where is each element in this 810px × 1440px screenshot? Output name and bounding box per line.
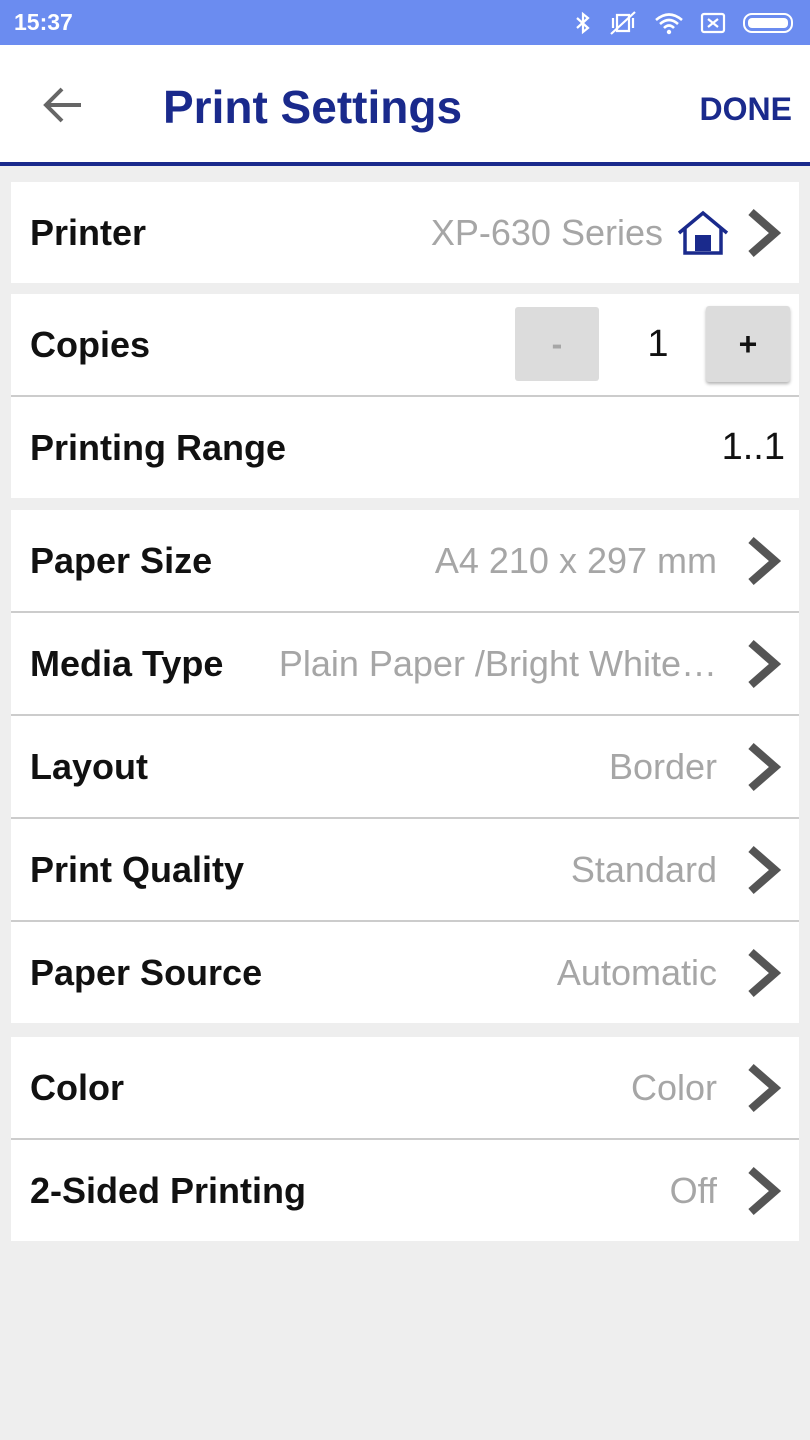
color-value: Color [630,1066,717,1108]
chevron-right-icon [748,208,781,257]
battery-icon [743,12,793,33]
printing-range-value: 1..1 [721,426,785,468]
copies-decrement-button[interactable]: - [515,307,599,381]
back-arrow-icon [43,87,81,123]
two-sided-printing-label: 2-Sided Printing [30,1169,307,1211]
chevron-right-icon [748,948,781,997]
chevron-right-icon [748,639,781,688]
chevron-right-icon [748,1063,781,1112]
printing-range-row[interactable]: Printing Range 1..1 [11,397,799,498]
copies-row: Copies - 1 + [11,294,799,397]
app-bar: Print Settings DONE [0,45,810,166]
printing-range-label: Printing Range [30,426,287,468]
status-bar: 15:37 [0,0,810,45]
home-icon [677,210,729,255]
paper-size-row[interactable]: Paper Size A4 210 x 297 mm [11,510,799,613]
bluetooth-icon [576,11,590,34]
paper-size-value: A4 210 x 297 mm [434,539,717,581]
paper-source-label: Paper Source [30,951,263,993]
printer-row[interactable]: Printer XP-630 Series [11,182,799,283]
copies-label: Copies [30,323,151,365]
status-time: 15:37 [14,9,73,35]
two-sided-printing-value: Off [669,1169,717,1211]
back-button[interactable] [28,75,98,135]
done-button[interactable]: DONE [700,89,792,129]
paper-size-label: Paper Size [30,539,213,581]
page-title: Print Settings [163,81,463,133]
chevron-right-icon [748,536,781,585]
printer-label: Printer [30,211,147,253]
paper-source-value: Automatic [556,951,717,993]
print-quality-label: Print Quality [30,848,245,890]
layout-row[interactable]: Layout Border [11,716,799,819]
chevron-right-icon [748,1166,781,1215]
color-row[interactable]: Color Color [11,1037,799,1140]
two-sided-printing-row[interactable]: 2-Sided Printing Off [11,1140,799,1241]
printer-value: XP-630 Series [430,211,663,253]
print-quality-row[interactable]: Print Quality Standard [11,819,799,922]
chevron-right-icon [748,742,781,791]
status-icons [574,10,796,36]
copies-increment-button[interactable]: + [706,306,790,382]
copies-value: 1 [647,322,669,365]
layout-value: Border [608,745,717,787]
no-sim-icon [700,12,726,33]
media-type-row[interactable]: Media Type Plain Paper /Bright White… [11,613,799,716]
media-type-label: Media Type [30,642,224,684]
color-label: Color [30,1066,124,1108]
output-group: Color Color 2-Sided Printing Off [11,1037,799,1241]
paper-group: Paper Size A4 210 x 297 mm Media Type Pl… [11,510,799,1023]
media-type-value: Plain Paper /Bright White… [278,642,717,684]
layout-label: Layout [30,745,149,787]
printer-group: Printer XP-630 Series [11,182,799,283]
print-quality-value: Standard [570,848,717,890]
copies-group: Copies - 1 + Printing Range 1..1 [11,294,799,498]
paper-source-row[interactable]: Paper Source Automatic [11,922,799,1023]
wifi-icon [655,12,683,34]
chevron-right-icon [748,845,781,894]
vibrate-icon [610,10,636,35]
